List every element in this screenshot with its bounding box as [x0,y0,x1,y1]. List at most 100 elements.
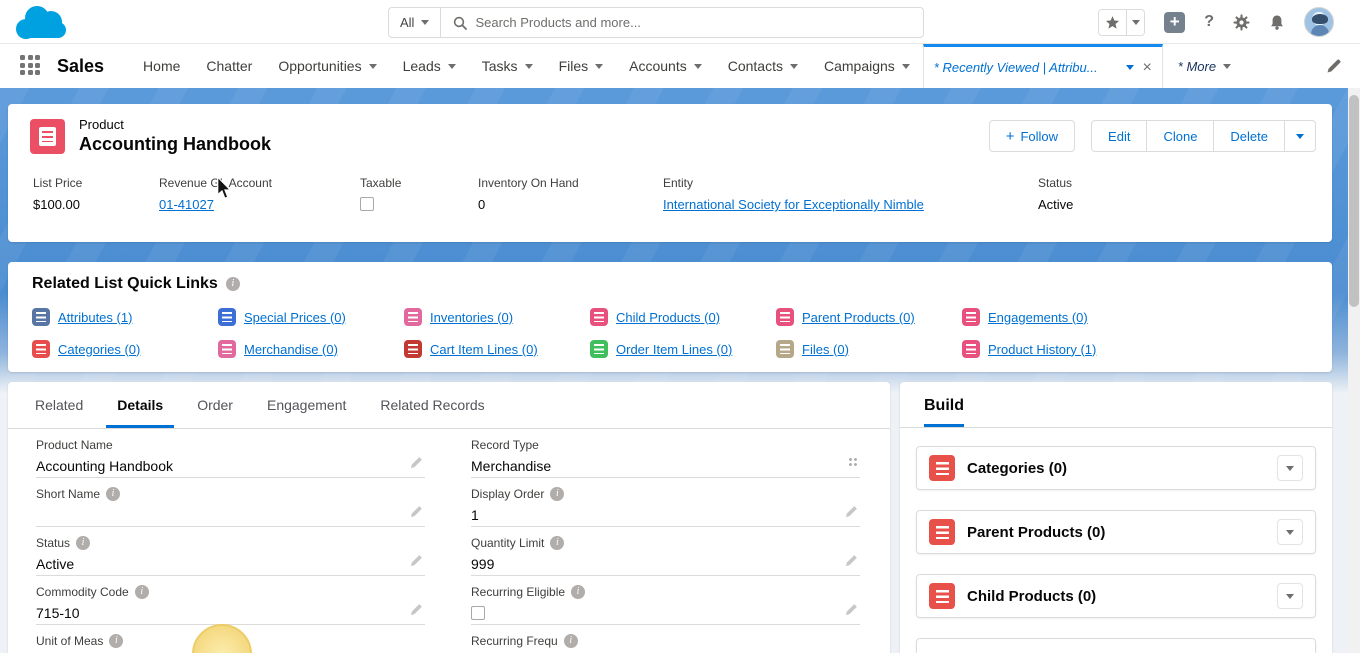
clone-button[interactable]: Clone [1147,120,1214,152]
active-temporary-tab[interactable]: * Recently Viewed | Attribu... × [923,44,1163,88]
quick-link-product-history[interactable]: Product History (1) [962,340,1148,358]
setup-button[interactable] [1233,14,1250,31]
chevron-down-icon [1132,20,1140,25]
info-icon[interactable] [550,487,564,501]
build-card-child-products[interactable]: Child Products (0) [916,574,1316,618]
chevron-down-icon[interactable] [1223,64,1231,69]
nav-item-tasks[interactable]: Tasks [469,44,546,88]
quick-link-special-prices[interactable]: Special Prices (0) [218,308,404,326]
entity-link[interactable]: International Society for Exceptionally … [663,197,924,212]
edit-pencil-icon[interactable] [845,603,858,616]
edit-pencil-icon[interactable] [845,505,858,518]
build-card-partial[interactable] [916,638,1316,653]
chevron-down-icon[interactable] [369,64,377,69]
revenue-gl-account-link[interactable]: 01-41027 [159,197,214,212]
field-commodity-code: Commodity Code 715-10 [36,576,425,625]
edit-pencil-icon[interactable] [845,554,858,567]
app-name[interactable]: Sales [57,56,104,77]
edit-navigation-button[interactable] [1308,44,1360,88]
app-launcher-icon[interactable] [20,55,42,77]
record-detail-card: Related Details Order Engagement Related… [8,382,890,653]
edit-pencil-icon[interactable] [410,554,423,567]
product-object-icon [30,119,65,154]
favorites-star-icon[interactable] [1099,10,1126,35]
more-actions-button[interactable] [1285,120,1316,152]
quick-link-merchandise[interactable]: Merchandise (0) [218,340,404,358]
nav-item-chatter[interactable]: Chatter [193,44,265,88]
chevron-down-icon[interactable] [790,64,798,69]
info-icon[interactable] [106,487,120,501]
gear-icon [1233,14,1250,31]
quick-link-inventories[interactable]: Inventories (0) [404,308,590,326]
quick-link-engagements[interactable]: Engagements (0) [962,308,1148,326]
build-card-categories[interactable]: Categories (0) [916,446,1316,490]
info-icon[interactable] [564,634,578,648]
edit-pencil-icon[interactable] [410,456,423,469]
categories-icon [929,455,955,481]
chevron-down-icon[interactable] [694,64,702,69]
nav-item-campaigns[interactable]: Campaigns [811,44,923,88]
engagements-icon [962,308,980,326]
related-list-quick-links-card: Related List Quick Links Attributes (1) … [8,262,1332,372]
favorites-dropdown[interactable] [1126,10,1144,35]
quick-link-attributes[interactable]: Attributes (1) [32,308,218,326]
quick-link-categories[interactable]: Categories (0) [32,340,218,358]
info-icon[interactable] [550,536,564,550]
quick-link-files[interactable]: Files (0) [776,340,962,358]
tab-related[interactable]: Related [18,382,100,428]
chevron-down-icon[interactable] [525,64,533,69]
quick-link-cart-item-lines[interactable]: Cart Item Lines (0) [404,340,590,358]
edit-pencil-icon[interactable] [410,603,423,616]
quick-link-child-products[interactable]: Child Products (0) [590,308,776,326]
edit-button[interactable]: Edit [1091,120,1147,152]
info-icon[interactable] [76,536,90,550]
search-scope-selector[interactable]: All [389,8,441,37]
expand-chevron-button[interactable] [1277,583,1303,609]
tab-menu-chevron-icon[interactable] [1126,65,1134,70]
nav-item-opportunities[interactable]: Opportunities [265,44,389,88]
record-tabs: Related Details Order Engagement Related… [8,382,890,429]
highlight-field-inventory-on-hand: Inventory On Hand 0 [478,176,663,212]
edit-pencil-icon[interactable] [410,505,423,518]
change-record-type-icon[interactable] [848,457,858,467]
search-icon [441,16,475,30]
tab-order[interactable]: Order [180,382,250,428]
user-avatar[interactable] [1304,7,1334,37]
nav-item-contacts[interactable]: Contacts [715,44,811,88]
tab-related-records[interactable]: Related Records [363,382,501,428]
build-card-parent-products[interactable]: Parent Products (0) [916,510,1316,554]
help-button[interactable]: ? [1204,13,1214,31]
delete-button[interactable]: Delete [1214,120,1285,152]
info-icon[interactable] [226,277,240,291]
chevron-down-icon[interactable] [902,64,910,69]
info-icon[interactable] [135,585,149,599]
global-actions-button[interactable]: + [1164,12,1185,33]
nav-item-files[interactable]: Files [546,44,617,88]
nav-item-accounts[interactable]: Accounts [616,44,715,88]
tab-engagement[interactable]: Engagement [250,382,363,428]
record-header-card: Product Accounting Handbook + Follow Edi… [8,104,1332,242]
notifications-button[interactable] [1269,14,1285,31]
info-icon[interactable] [571,585,585,599]
search-input[interactable] [475,15,923,30]
follow-button[interactable]: + Follow [989,120,1075,152]
expand-chevron-button[interactable] [1277,455,1303,481]
quick-link-order-item-lines[interactable]: Order Item Lines (0) [590,340,776,358]
nav-item-leads[interactable]: Leads [390,44,469,88]
nav-item-home[interactable]: Home [130,44,193,88]
scrollbar-thumb[interactable] [1349,95,1359,307]
info-icon[interactable] [109,634,123,648]
chevron-down-icon [1286,594,1294,599]
expand-chevron-button[interactable] [1277,519,1303,545]
field-short-name: Short Name [36,478,425,527]
tab-details[interactable]: Details [100,382,180,428]
tab-close-icon[interactable]: × [1142,60,1151,76]
quick-link-parent-products[interactable]: Parent Products (0) [776,308,962,326]
field-recurring-eligible: Recurring Eligible [471,576,860,625]
nav-more-label: * More [1178,59,1216,74]
nav-more-menu[interactable]: * More [1163,44,1246,88]
nav-item-label: Leads [403,58,441,74]
chevron-down-icon[interactable] [448,64,456,69]
chevron-down-icon[interactable] [595,64,603,69]
build-panel-title: Build [924,397,964,427]
